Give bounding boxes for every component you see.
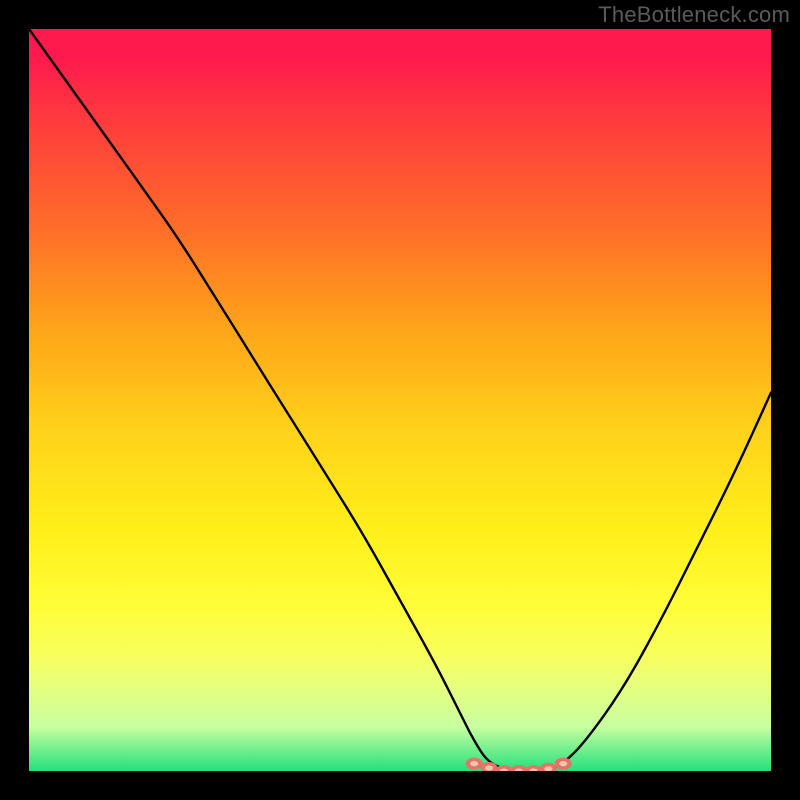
valley-marker <box>466 758 483 770</box>
watermark-text: TheBottleneck.com <box>598 2 790 28</box>
valley-markers <box>466 758 572 771</box>
valley-marker <box>540 763 557 771</box>
bottleneck-curve <box>29 29 771 771</box>
chart-frame: TheBottleneck.com <box>0 0 800 800</box>
valley-marker <box>555 758 572 770</box>
valley-marker <box>525 765 542 771</box>
valley-marker <box>510 765 527 771</box>
plot-svg <box>29 29 771 771</box>
valley-marker <box>481 762 498 771</box>
